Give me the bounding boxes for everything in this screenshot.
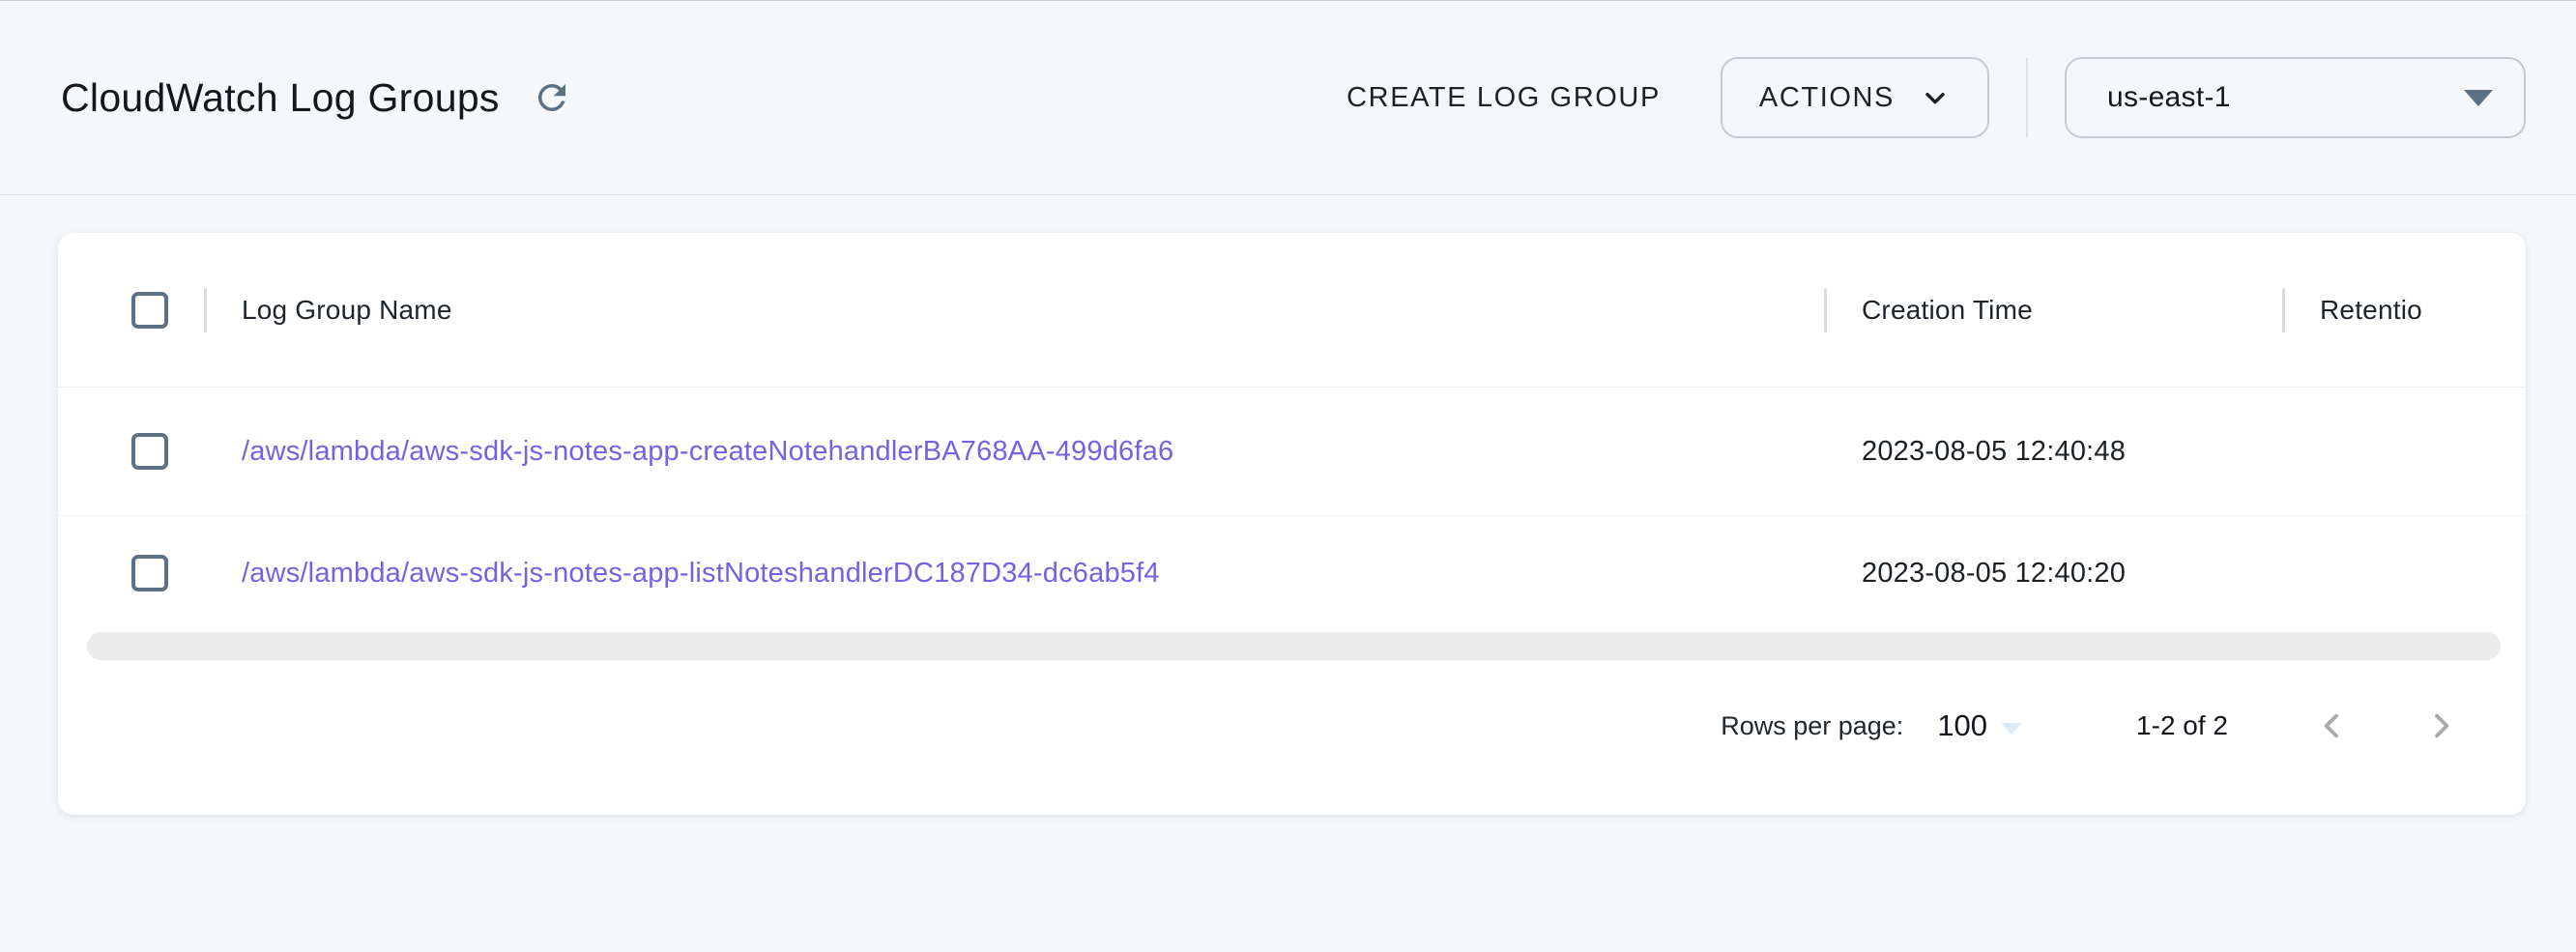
header-actions-group: CREATE LOG GROUP ACTIONS us-east-1 [1346, 57, 2526, 138]
create-log-group-button[interactable]: CREATE LOG GROUP [1346, 82, 1661, 114]
pagination-bar: Rows per page: 100 1-2 of 2 [1721, 687, 2460, 764]
chevron-left-icon [2314, 707, 2351, 744]
table-header-row: Log Group Name Creation Time Retentio [58, 233, 2526, 388]
row-checkbox[interactable] [131, 555, 168, 591]
caret-down-icon [2464, 90, 2493, 106]
log-group-link[interactable]: /aws/lambda/aws-sdk-js-notes-app-listNot… [242, 558, 1160, 589]
rows-per-page-label: Rows per page: [1721, 711, 1903, 741]
column-header-creation-time: Creation Time [1824, 295, 2282, 326]
table-row: /aws/lambda/aws-sdk-js-notes-app-createN… [58, 388, 2526, 516]
log-group-name-cell: /aws/lambda/aws-sdk-js-notes-app-createN… [242, 436, 1824, 468]
creation-time-cell: 2023-08-05 12:40:20 [1824, 558, 2282, 590]
row-checkbox[interactable] [131, 433, 168, 470]
horizontal-scrollbar[interactable] [87, 632, 2501, 660]
log-group-name-cell: /aws/lambda/aws-sdk-js-notes-app-listNot… [242, 558, 1824, 590]
select-all-checkbox[interactable] [131, 292, 168, 329]
column-divider [204, 288, 207, 332]
column-divider [1824, 288, 1827, 332]
refresh-icon [532, 77, 572, 118]
column-header-retention: Retentio [2282, 295, 2526, 326]
caret-down-icon [2001, 723, 2022, 735]
log-groups-card: Log Group Name Creation Time Retentio /a… [58, 233, 2526, 815]
row-checkbox-cell [131, 555, 168, 591]
region-selector-value: us-east-1 [2107, 81, 2231, 114]
table-row: /aws/lambda/aws-sdk-js-notes-app-listNot… [58, 516, 2526, 630]
row-checkbox-cell [131, 433, 168, 470]
log-group-link[interactable]: /aws/lambda/aws-sdk-js-notes-app-createN… [242, 436, 1173, 467]
header-vertical-divider [2026, 58, 2028, 137]
actions-button[interactable]: ACTIONS [1721, 57, 1989, 138]
previous-page-button[interactable] [2313, 707, 2352, 745]
region-selector[interactable]: us-east-1 [2065, 57, 2526, 138]
column-header-log-group-name: Log Group Name [204, 295, 1824, 326]
pagination-range-label: 1-2 of 2 [2136, 710, 2228, 741]
chevron-down-icon [1920, 82, 1951, 113]
column-divider [2282, 288, 2285, 332]
page-title: CloudWatch Log Groups [61, 75, 500, 121]
actions-button-label: ACTIONS [1759, 82, 1895, 114]
creation-time-cell: 2023-08-05 12:40:48 [1824, 436, 2282, 468]
rows-per-page-value: 100 [1937, 708, 1987, 743]
top-header-bar: CloudWatch Log Groups CREATE LOG GROUP A… [0, 1, 2576, 195]
refresh-button[interactable] [529, 74, 575, 121]
next-page-button[interactable] [2421, 707, 2460, 745]
rows-per-page-select[interactable]: 100 [1937, 708, 2022, 743]
chevron-right-icon [2422, 707, 2459, 744]
header-checkbox-cell [131, 292, 168, 329]
